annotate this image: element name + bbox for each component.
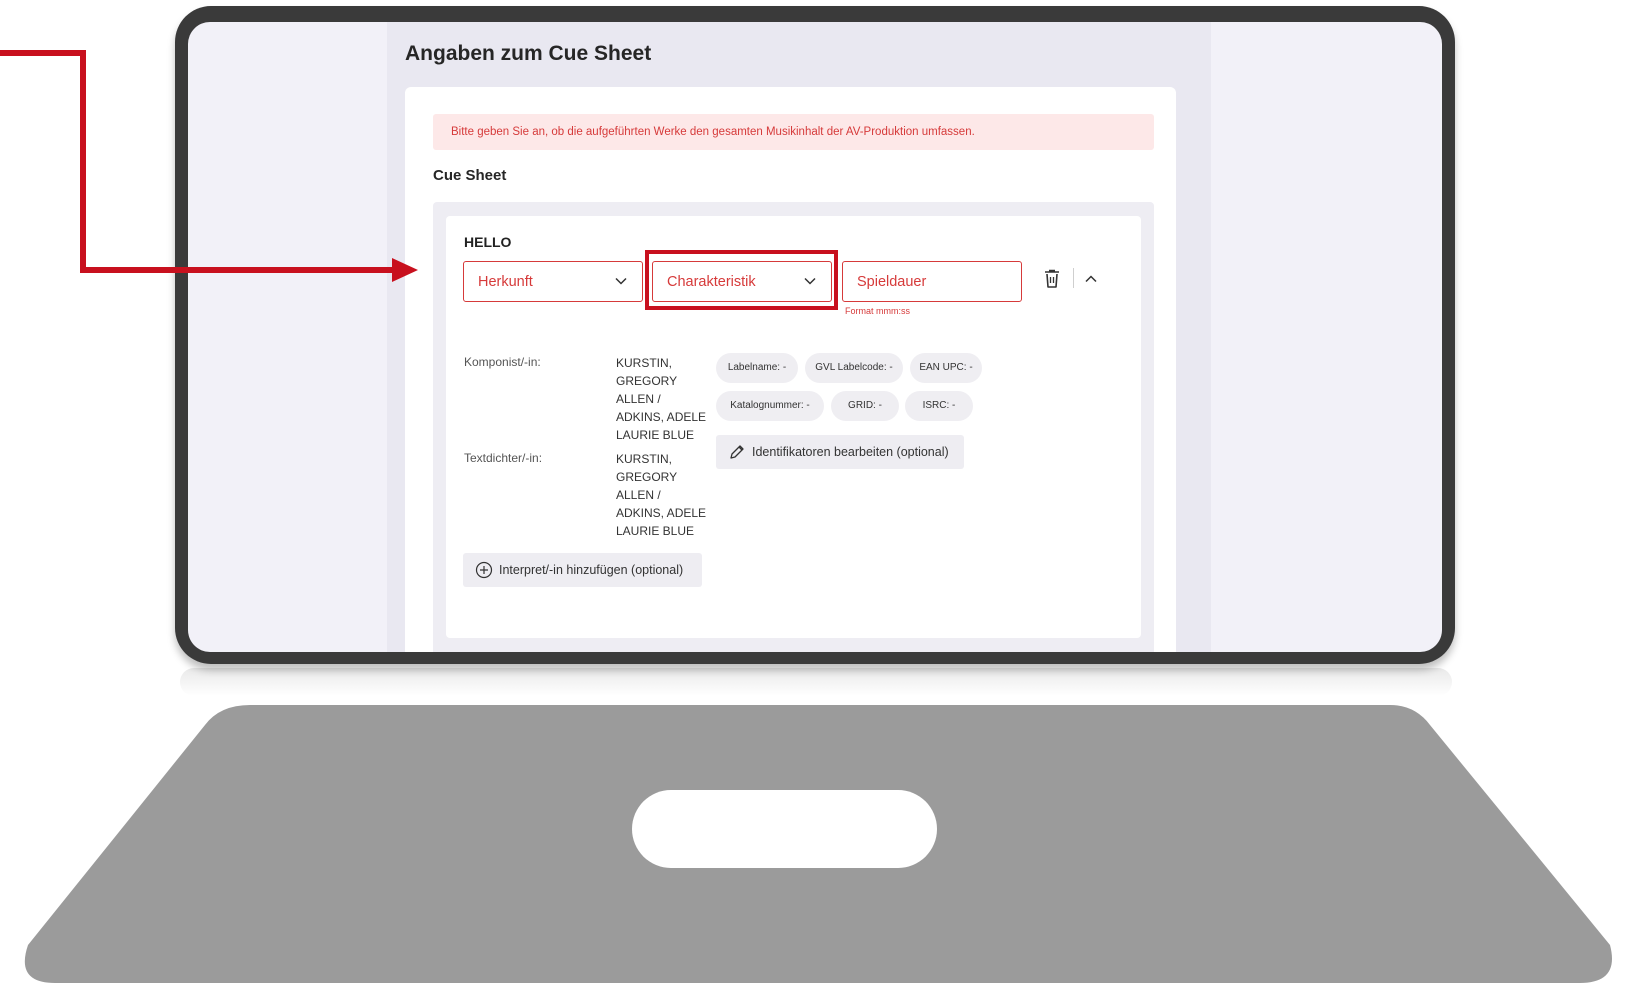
laptop-touchpad (632, 790, 937, 868)
lyricist-line: ALLEN / (616, 488, 661, 502)
chip-isrc: ISRC: - (905, 391, 973, 421)
lyricist-line: KURSTIN, (616, 452, 673, 466)
trash-icon[interactable] (1043, 269, 1061, 289)
composer-label: Komponist/-in: (464, 355, 541, 369)
section-title: Cue Sheet (433, 167, 507, 184)
cue-entry: HELLO Herkunft Charakteristik Spieldauer… (446, 216, 1141, 638)
plus-circle-icon (475, 561, 493, 579)
duration-input[interactable]: Spieldauer (842, 261, 1022, 302)
composer-line: KURSTIN, (616, 356, 673, 370)
composer-line: ALLEN / (616, 392, 661, 406)
pencil-icon (730, 445, 744, 459)
laptop-base (24, 705, 1613, 983)
lyricist-value: KURSTIN, GREGORY ALLEN / ADKINS, ADELE L… (616, 450, 711, 540)
composer-value: KURSTIN, GREGORY ALLEN / ADKINS, ADELE L… (616, 354, 711, 444)
edit-identifiers-label: Identifikatoren bearbeiten (optional) (752, 445, 949, 459)
duration-input-placeholder: Spieldauer (857, 274, 927, 290)
origin-select-placeholder: Herkunft (478, 274, 533, 290)
lyricist-line: LAURIE BLUE (616, 524, 695, 538)
composer-line: ADKINS, ADELE (616, 410, 707, 424)
chip-ean-upc: EAN UPC: - (910, 353, 982, 383)
chevron-up-icon[interactable] (1084, 272, 1098, 286)
duration-format-hint: Format mmm:ss (845, 306, 910, 316)
chip-labelname: Labelname: - (716, 353, 798, 383)
form-card: Bitte geben Sie an, ob die aufgeführten … (405, 87, 1176, 652)
cue-list: HELLO Herkunft Charakteristik Spieldauer… (433, 202, 1154, 652)
page-title: Angaben zum Cue Sheet (405, 42, 652, 65)
edit-identifiers-button[interactable]: Identifikatoren bearbeiten (optional) (716, 435, 964, 469)
action-divider (1073, 268, 1074, 288)
add-performer-button[interactable]: Interpret/-in hinzufügen (optional) (463, 553, 702, 587)
highlight-frame (645, 250, 838, 310)
chip-grid: GRID: - (831, 391, 899, 421)
cue-sheet-form: Angaben zum Cue Sheet Bitte geben Sie an… (387, 22, 1211, 652)
chip-gvl-labelcode: GVL Labelcode: - (805, 353, 903, 383)
laptop-screen: Angaben zum Cue Sheet Bitte geben Sie an… (188, 22, 1442, 652)
chip-katalognummer: Katalognummer: - (716, 391, 824, 421)
composer-line: LAURIE BLUE (616, 428, 695, 442)
chevron-down-icon (615, 277, 627, 285)
lyricist-line: GREGORY (616, 470, 678, 484)
lyricist-line: ADKINS, ADELE (616, 506, 707, 520)
add-performer-label: Interpret/-in hinzufügen (optional) (499, 563, 684, 577)
cue-title: HELLO (464, 234, 512, 250)
composer-line: GREGORY (616, 374, 678, 388)
validation-alert: Bitte geben Sie an, ob die aufgeführten … (433, 114, 1154, 150)
lyricist-label: Textdichter/-in: (464, 451, 543, 465)
laptop-lid-reflection (180, 668, 1452, 696)
origin-select[interactable]: Herkunft (463, 261, 643, 302)
